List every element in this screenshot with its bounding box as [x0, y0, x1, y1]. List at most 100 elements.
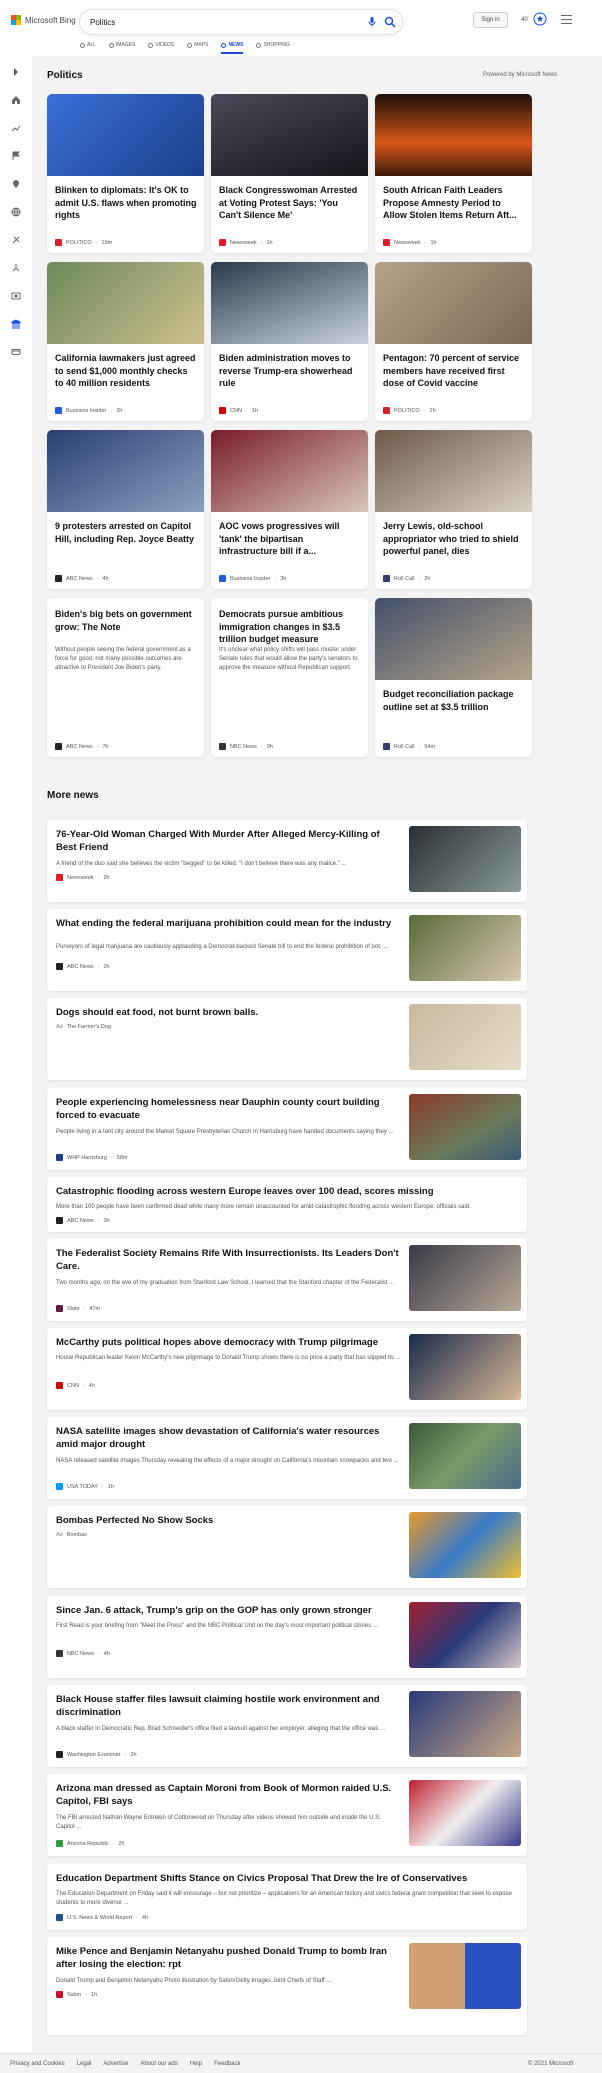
news-source[interactable]: POLITICO · 2h	[383, 407, 436, 414]
news-title[interactable]: The Federalist Society Remains Rife With…	[56, 1247, 401, 1273]
footer-link-legal[interactable]: Legal	[77, 2061, 92, 2067]
news-source[interactable]: USA TODAY · 1h	[56, 1483, 114, 1490]
news-list-item[interactable]: The Federalist Society Remains Rife With…	[47, 1239, 527, 1321]
news-card[interactable]: Pentagon: 70 percent of service members …	[375, 262, 532, 421]
news-source[interactable]: CNN · 1h	[219, 407, 258, 414]
news-thumbnail[interactable]	[409, 1004, 521, 1070]
microphone-icon[interactable]	[366, 16, 378, 28]
news-thumbnail[interactable]	[409, 1334, 521, 1400]
hamburger-menu-icon[interactable]	[561, 15, 572, 24]
news-thumbnail[interactable]	[409, 1094, 521, 1160]
news-source[interactable]: NBC News · 4h	[56, 1650, 110, 1657]
news-thumbnail[interactable]	[409, 826, 521, 892]
footer-link-about-ads[interactable]: About our ads	[140, 2061, 177, 2067]
sponsored-card[interactable]: Dogs should eat food, not burnt brown ba…	[47, 998, 527, 1080]
news-source[interactable]: Roll Call · 54m	[383, 743, 435, 750]
news-card-title[interactable]: Democrats pursue ambitious immigration c…	[219, 608, 361, 646]
news-thumbnail[interactable]	[409, 1245, 521, 1311]
sports-icon[interactable]	[10, 234, 22, 246]
news-thumbnail[interactable]	[409, 1512, 521, 1578]
rewards-icon[interactable]	[533, 12, 547, 26]
news-card-title[interactable]: Jerry Lewis, old-school appropriator who…	[383, 520, 525, 558]
news-title[interactable]: Bombas Perfected No Show Socks	[56, 1514, 401, 1527]
news-list-item[interactable]: Mike Pence and Benjamin Netanyahu pushed…	[47, 1937, 527, 2035]
tab-videos[interactable]: VIDEOS	[148, 40, 174, 50]
sponsored-card[interactable]: Bombas Perfected No Show Socks Ad Bombas	[47, 1506, 527, 1588]
science-icon[interactable]	[10, 262, 22, 274]
footer-link-privacy[interactable]: Privacy and Cookies	[10, 2061, 65, 2067]
news-title[interactable]: Black House staffer files lawsuit claimi…	[56, 1693, 401, 1719]
search-input[interactable]	[90, 17, 350, 27]
news-thumbnail[interactable]	[211, 430, 368, 512]
politics-icon[interactable]	[10, 318, 22, 330]
news-source[interactable]: Slate · 47m	[56, 1305, 100, 1312]
entertainment-icon[interactable]	[10, 290, 22, 302]
money-icon[interactable]	[10, 346, 22, 358]
news-list-item[interactable]: Catastrophic flooding across western Eur…	[47, 1177, 527, 1232]
news-list-item[interactable]: What ending the federal marijuana prohib…	[47, 909, 527, 991]
news-title[interactable]: What ending the federal marijuana prohib…	[56, 917, 401, 930]
news-source[interactable]: U.S. News & World Report · 4h	[56, 1914, 148, 1921]
tab-news[interactable]: NEWS	[221, 40, 244, 54]
signin-button[interactable]: Sign in	[473, 12, 508, 28]
news-title[interactable]: McCarthy puts political hopes above demo…	[56, 1336, 401, 1349]
ad-source[interactable]: Ad Bombas	[56, 1532, 87, 1538]
search-icon[interactable]	[384, 16, 396, 28]
news-title[interactable]: People experiencing homelessness near Da…	[56, 1096, 401, 1122]
flag-icon[interactable]	[10, 150, 22, 162]
news-thumbnail[interactable]	[47, 262, 204, 344]
news-source[interactable]: Newsweek · 1h	[219, 239, 273, 246]
news-card[interactable]: South African Faith Leaders Propose Amne…	[375, 94, 532, 253]
news-source[interactable]: ABC News · 7h	[55, 743, 109, 750]
news-card[interactable]: Biden administration moves to reverse Tr…	[211, 262, 368, 421]
news-source[interactable]: Business Insider · 3h	[219, 575, 286, 582]
news-card[interactable]: Democrats pursue ambitious immigration c…	[211, 598, 368, 757]
news-card-title[interactable]: Budget reconciliation package outline se…	[383, 688, 525, 713]
news-card[interactable]: Biden's big bets on government grow: The…	[47, 598, 204, 757]
news-card-title[interactable]: Biden's big bets on government grow: The…	[55, 608, 197, 633]
news-list-item[interactable]: Education Department Shifts Stance on Ci…	[47, 1864, 527, 1930]
news-thumbnail[interactable]	[409, 1602, 521, 1668]
tab-all[interactable]: ALL	[80, 40, 96, 50]
news-card[interactable]: Budget reconciliation package outline se…	[375, 598, 532, 757]
news-list-item[interactable]: 76-Year-Old Woman Charged With Murder Af…	[47, 820, 527, 902]
news-source[interactable]: Washington Examiner · 2h	[56, 1751, 137, 1758]
news-title[interactable]: Mike Pence and Benjamin Netanyahu pushed…	[56, 1945, 401, 1971]
globe-icon[interactable]	[10, 206, 22, 218]
news-thumbnail[interactable]	[409, 915, 521, 981]
news-card[interactable]: Black Congresswoman Arrested at Voting P…	[211, 94, 368, 253]
news-thumbnail[interactable]	[211, 94, 368, 176]
news-list-item[interactable]: NASA satellite images show devastation o…	[47, 1417, 527, 1499]
news-thumbnail[interactable]	[409, 1691, 521, 1757]
news-source[interactable]: ABC News · 4h	[55, 575, 109, 582]
news-list-item[interactable]: People experiencing homelessness near Da…	[47, 1088, 527, 1170]
ad-source[interactable]: Ad The Farmer's Dog	[56, 1024, 111, 1030]
news-title[interactable]: NASA satellite images show devastation o…	[56, 1425, 401, 1451]
footer-link-feedback[interactable]: Feedback	[214, 2061, 240, 2067]
tab-shopping[interactable]: SHOPPING	[256, 40, 290, 50]
news-thumbnail[interactable]	[375, 598, 532, 680]
news-title[interactable]: Dogs should eat food, not burnt brown ba…	[56, 1006, 401, 1019]
trending-icon[interactable]	[10, 122, 22, 134]
news-source[interactable]: Business Insider · 2h	[55, 407, 122, 414]
news-title[interactable]: Catastrophic flooding across western Eur…	[56, 1185, 516, 1198]
news-title[interactable]: Arizona man dressed as Captain Moroni fr…	[56, 1782, 401, 1808]
news-thumbnail[interactable]	[375, 94, 532, 176]
news-source[interactable]: Salon · 1h	[56, 1991, 97, 1998]
tab-maps[interactable]: MAPS	[187, 40, 208, 50]
news-source[interactable]: Roll Call · 2h	[383, 575, 430, 582]
news-card-title[interactable]: California lawmakers just agreed to send…	[55, 352, 197, 390]
news-card-title[interactable]: AOC vows progressives will 'tank' the bi…	[219, 520, 361, 558]
news-card-title[interactable]: 9 protesters arrested on Capitol Hill, i…	[55, 520, 197, 545]
news-source[interactable]: Newsweek · 2h	[56, 874, 110, 881]
news-card[interactable]: California lawmakers just agreed to send…	[47, 262, 204, 421]
news-card[interactable]: Jerry Lewis, old-school appropriator who…	[375, 430, 532, 589]
news-thumbnail[interactable]	[409, 1423, 521, 1489]
news-card-title[interactable]: Blinken to diplomats: It's OK to admit U…	[55, 184, 197, 222]
news-thumbnail[interactable]	[47, 94, 204, 176]
news-card-title[interactable]: Pentagon: 70 percent of service members …	[383, 352, 525, 390]
tab-images[interactable]: IMAGES	[108, 40, 135, 50]
home-icon[interactable]	[10, 94, 22, 106]
news-card-title[interactable]: Biden administration moves to reverse Tr…	[219, 352, 361, 390]
news-source[interactable]: ABC News · 3h	[56, 1217, 110, 1224]
